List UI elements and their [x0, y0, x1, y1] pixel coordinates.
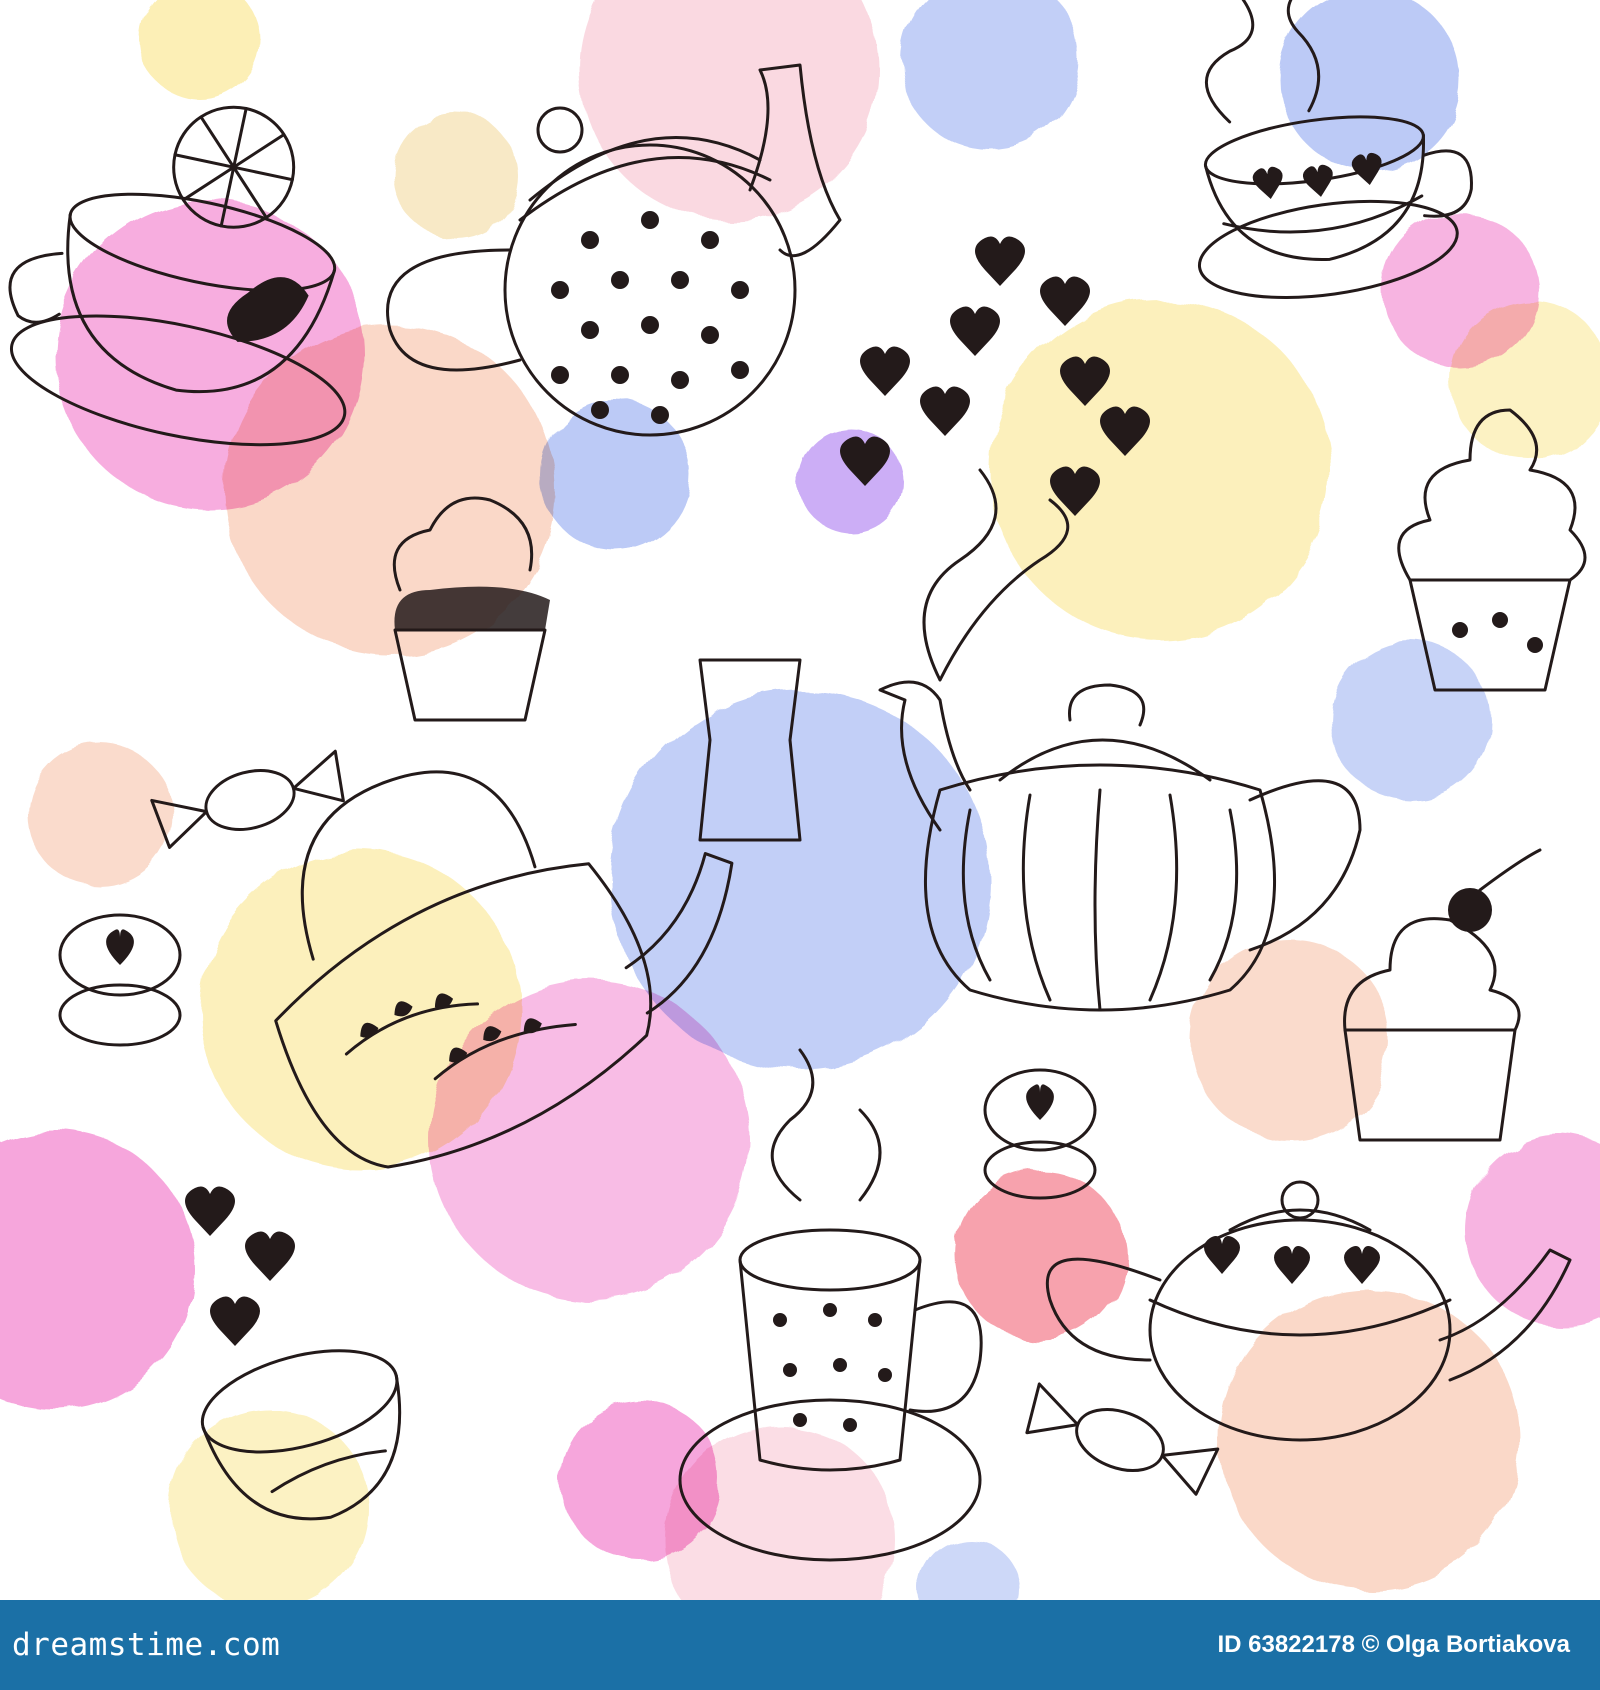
watercolor-blob	[900, 0, 1080, 150]
watercolor-blob	[955, 1170, 1125, 1340]
heart-icon	[106, 929, 134, 965]
macaron-heart	[58, 913, 182, 1047]
teapot-lid	[998, 738, 1212, 782]
candy-body	[204, 769, 296, 831]
watercolor-blob	[920, 1540, 1020, 1600]
watercolor-blob	[540, 400, 690, 550]
stock-footer-bar: dreamstime.com ID 63822178 © Olga Bortia…	[0, 1600, 1600, 1690]
watercolor-blob	[1220, 1290, 1520, 1590]
watercolor-blob	[1330, 640, 1490, 800]
watercolor-blob	[170, 1410, 370, 1600]
stock-site-brand: dreamstime.com	[12, 1627, 281, 1663]
cupcake-chocolate	[394, 586, 550, 630]
cupcake-dots	[1452, 612, 1543, 653]
cherry-stem	[1478, 848, 1542, 892]
teapot-dots	[551, 211, 749, 424]
teapot-knob	[1068, 683, 1146, 727]
watercolor-blob	[990, 300, 1330, 640]
teapot-knob	[536, 106, 584, 154]
cup-rim	[738, 1228, 922, 1292]
watercolor-blob	[1190, 940, 1390, 1140]
teapot-knob	[1280, 1180, 1320, 1220]
watercolor-blob	[28, 743, 172, 887]
wrapped-candy	[150, 749, 345, 849]
wrapped-candy	[1025, 1382, 1220, 1496]
watercolor-blob	[1465, 1135, 1600, 1325]
steam-swirl	[770, 1048, 882, 1202]
teapot-stripes	[961, 788, 1239, 1012]
teapot-hearts-decor	[1204, 1236, 1380, 1284]
watercolor-blob	[0, 1130, 195, 1410]
tea-pattern-illustration	[0, 0, 1600, 1600]
watercolor-blobs	[0, 0, 1600, 1600]
candy-body	[1075, 1408, 1165, 1472]
watercolor-blob	[393, 113, 517, 237]
cherry	[1448, 888, 1492, 932]
candy-wrapper	[1025, 1382, 1220, 1496]
cup-hearts	[1252, 152, 1382, 199]
cup-dots	[773, 1303, 892, 1432]
image-credit: ID 63822178 © Olga Bortiakova	[1217, 1631, 1570, 1658]
watercolor-blob	[1280, 0, 1460, 170]
cup-handle	[908, 1300, 983, 1413]
watercolor-blob	[580, 0, 880, 220]
heart-icon	[1026, 1084, 1054, 1120]
watercolor-blob	[430, 980, 750, 1300]
teapot-handle	[1248, 779, 1362, 952]
watercolor-blob	[140, 0, 260, 100]
